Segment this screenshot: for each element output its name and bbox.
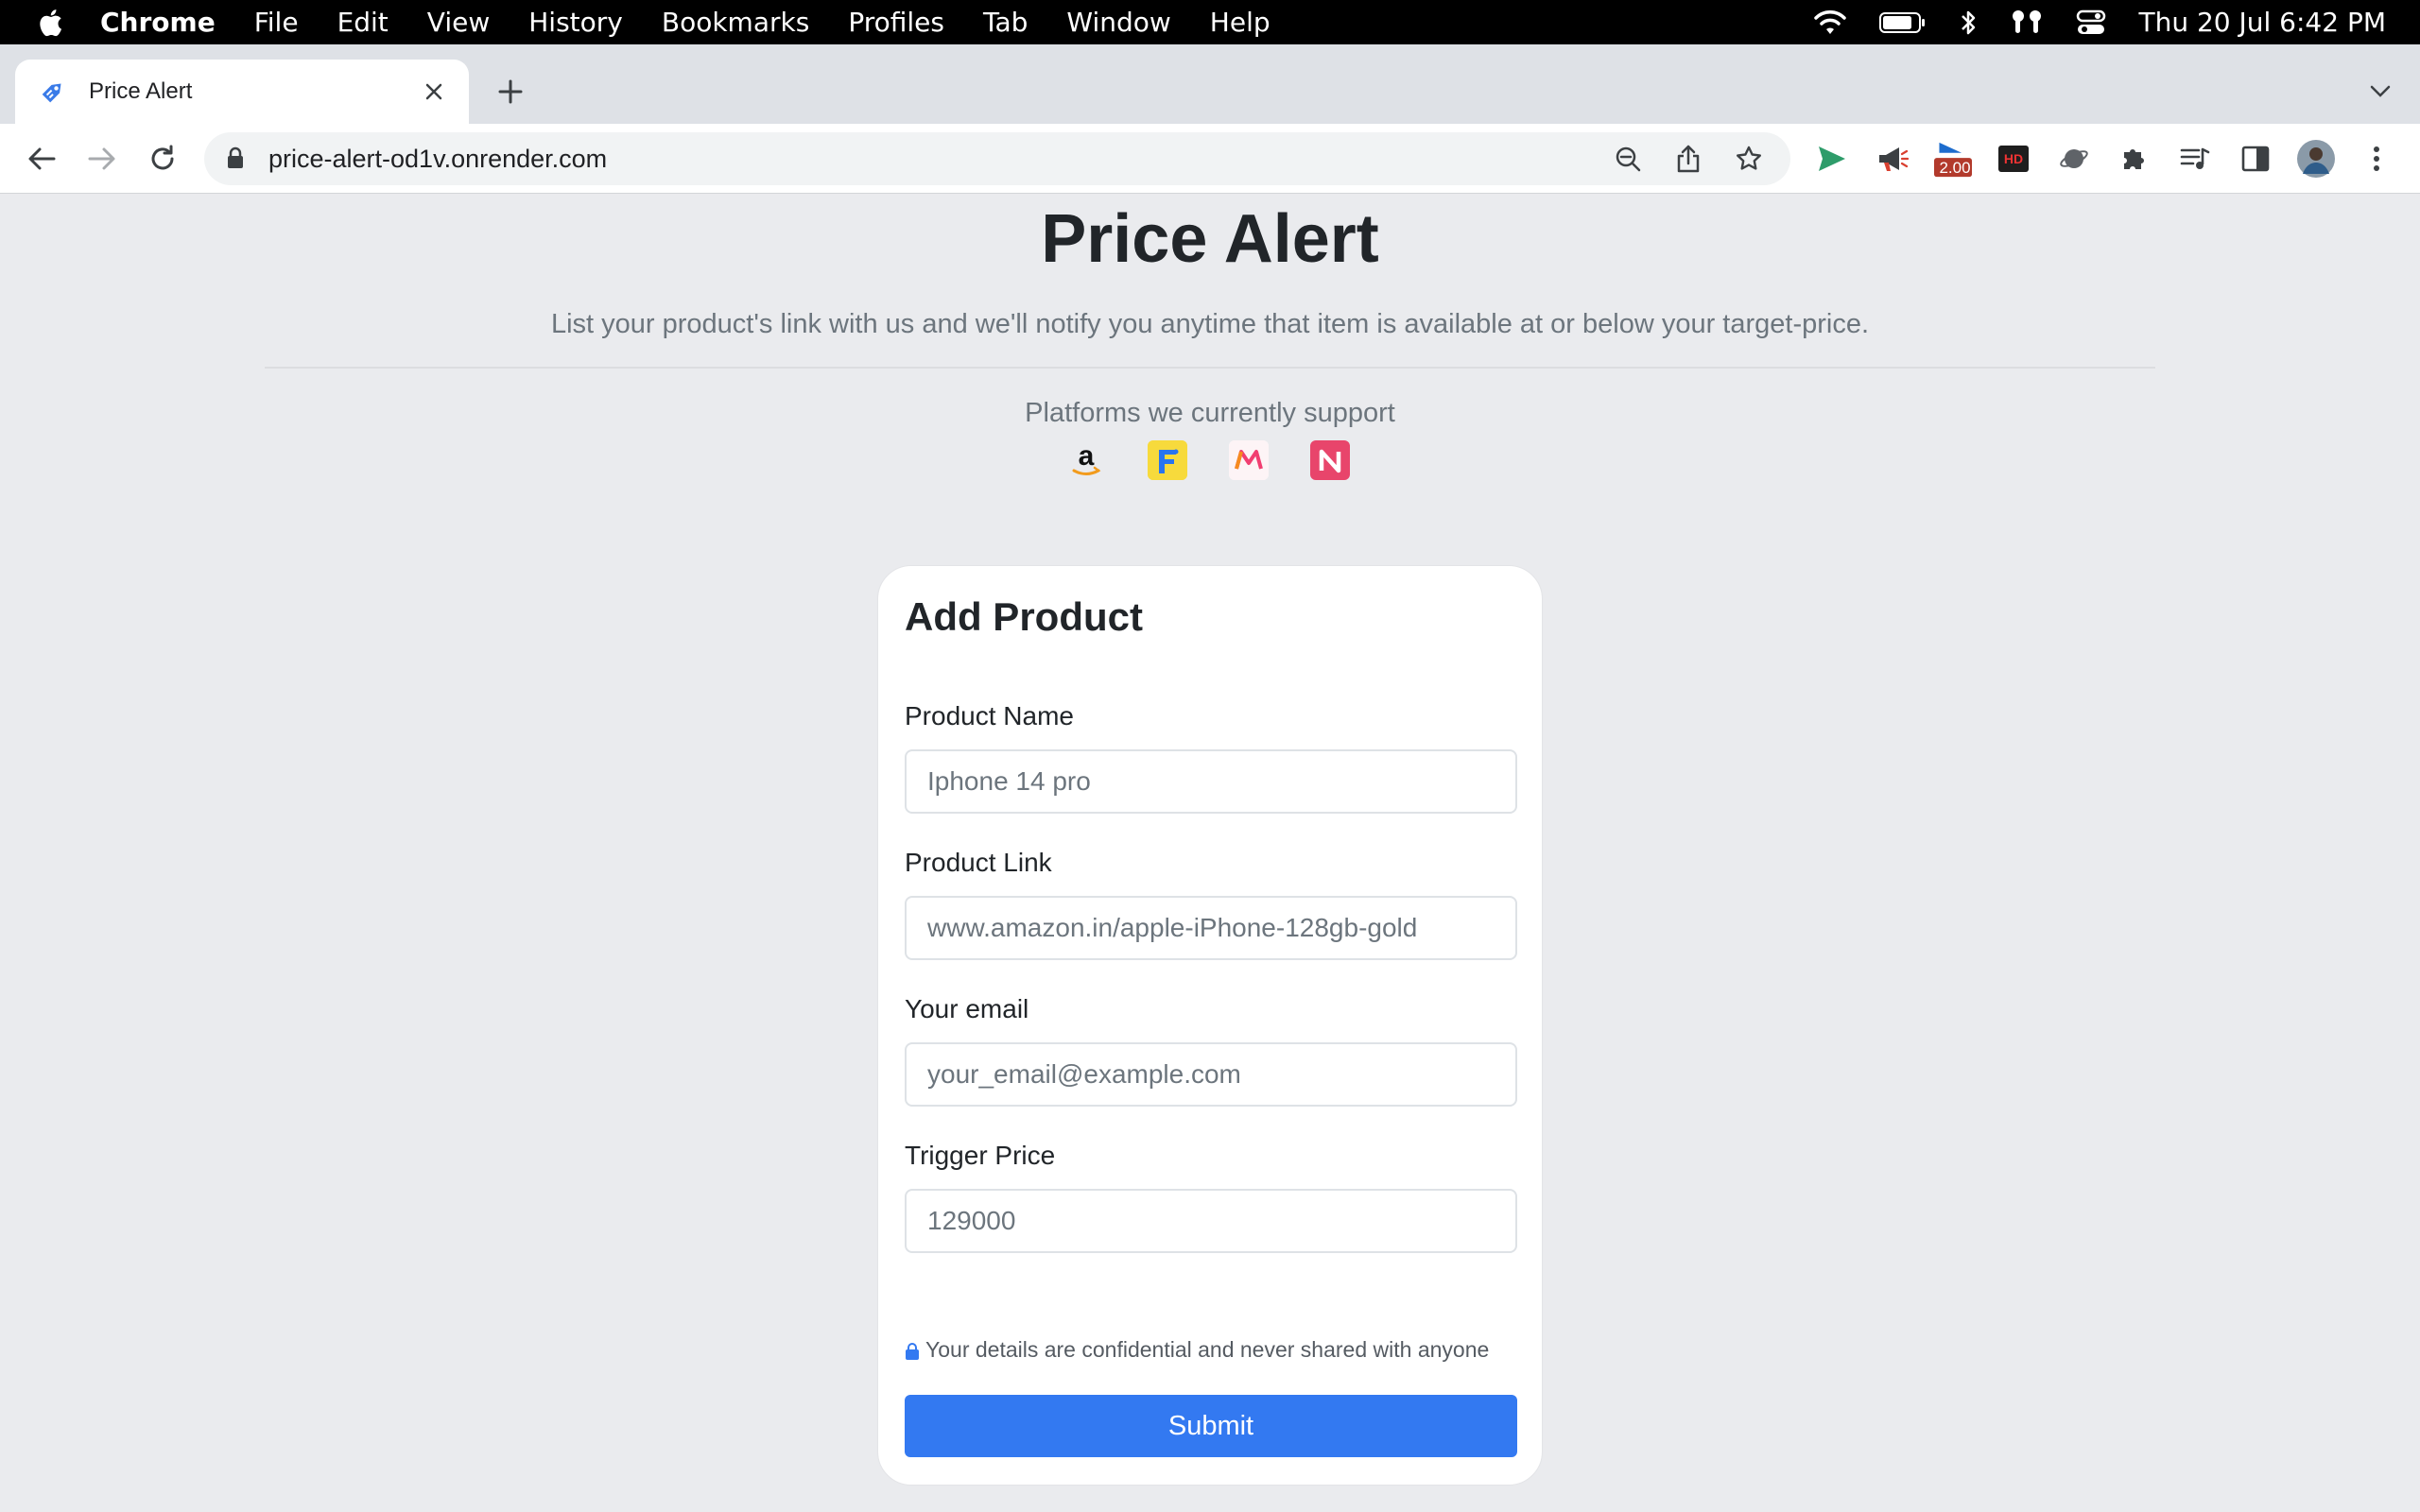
battery-icon[interactable] [1879,11,1927,34]
platform-logos: a [1066,440,1350,480]
menu-bookmarks[interactable]: Bookmarks [662,7,809,38]
email-label: Your email [905,994,1029,1023]
profile-avatar[interactable] [2297,140,2335,178]
airpods-icon[interactable] [2010,9,2044,37]
product-name-input[interactable] [905,749,1517,814]
bluetooth-icon[interactable] [1959,9,1978,37]
zoom-out-icon[interactable] [1609,140,1647,178]
hd-extension-icon[interactable]: HD [1995,140,2032,178]
control-center-icon[interactable] [2076,9,2106,37]
page-title: Price Alert [1041,201,1379,277]
amazon-logo-icon: a [1066,440,1106,480]
lock-icon[interactable] [227,146,248,171]
address-bar[interactable]: price-alert-od1v.onrender.com [204,132,1790,185]
kebab-menu-icon[interactable] [2358,140,2395,178]
submit-button[interactable]: Submit [905,1395,1517,1457]
bookmark-star-icon[interactable] [1730,140,1768,178]
megaphone-extension-icon[interactable] [1874,140,1911,178]
tab-search-chevron-down-icon[interactable] [2361,73,2399,111]
side-panel-icon[interactable] [2237,140,2274,178]
wifi-icon[interactable] [1813,9,1847,36]
page-subtitle: List your product's link with us and we'… [550,309,1870,339]
add-product-card: Add Product Product Name Product Link Yo… [877,565,1543,1486]
menu-tab[interactable]: Tab [983,7,1028,38]
privacy-note-text: Your details are confidential and never … [925,1337,1490,1362]
header-divider [265,367,2155,369]
menu-edit[interactable]: Edit [337,7,389,38]
menu-profiles[interactable]: Profiles [848,7,944,38]
url-text[interactable]: price-alert-od1v.onrender.com [268,145,1609,174]
speed-extension-icon[interactable]: 2.00 [1934,135,1972,184]
apple-logo-icon[interactable] [36,8,64,38]
macos-menu-bar: Chrome File Edit View History Bookmarks … [0,0,2420,44]
product-link-label: Product Link [905,848,1052,877]
tab-strip: Price Alert [0,44,2420,124]
back-arrow-icon[interactable] [23,140,60,178]
media-queue-icon[interactable] [2176,140,2214,178]
product-link-input[interactable] [905,896,1517,960]
close-icon[interactable] [420,77,448,106]
hd-extension-label: HD [1998,146,2029,172]
forward-arrow-icon[interactable] [83,140,121,178]
tab-title: Price Alert [89,78,193,104]
send-extension-icon[interactable] [1813,140,1851,178]
price-tag-favicon-icon [38,77,68,107]
myntra-logo-icon [1229,440,1269,480]
share-icon[interactable] [1669,140,1707,178]
planet-extension-icon[interactable] [2055,140,2093,178]
product-name-label: Product Name [905,701,1074,730]
platforms-label: Platforms we currently support [1025,398,1395,428]
puzzle-extensions-icon[interactable] [2116,140,2153,178]
flipkart-logo-icon [1148,440,1187,480]
email-input[interactable] [905,1042,1517,1107]
menubar-clock[interactable]: Thu 20 Jul 6:42 PM [2138,7,2386,38]
svg-text:a: a [1079,440,1095,472]
add-product-title: Add Product [905,594,1143,639]
menu-file[interactable]: File [254,7,299,38]
lock-icon [905,1341,920,1360]
menu-help[interactable]: Help [1210,7,1270,38]
privacy-note: Your details are confidential and never … [905,1337,1489,1363]
menu-window[interactable]: Window [1066,7,1170,38]
new-tab-plus-icon[interactable] [490,71,531,112]
menu-app-name[interactable]: Chrome [100,7,216,38]
trigger-price-input[interactable] [905,1189,1517,1253]
browser-toolbar: price-alert-od1v.onrender.com 2.00 HD [0,124,2420,194]
speed-extension-badge: 2.00 [1939,159,1971,177]
trigger-price-label: Trigger Price [905,1141,1056,1170]
menu-history[interactable]: History [528,7,623,38]
menu-view[interactable]: View [427,7,490,38]
tab-price-alert[interactable]: Price Alert [15,60,469,124]
reload-icon[interactable] [144,140,182,178]
nykaa-logo-icon [1310,440,1350,480]
